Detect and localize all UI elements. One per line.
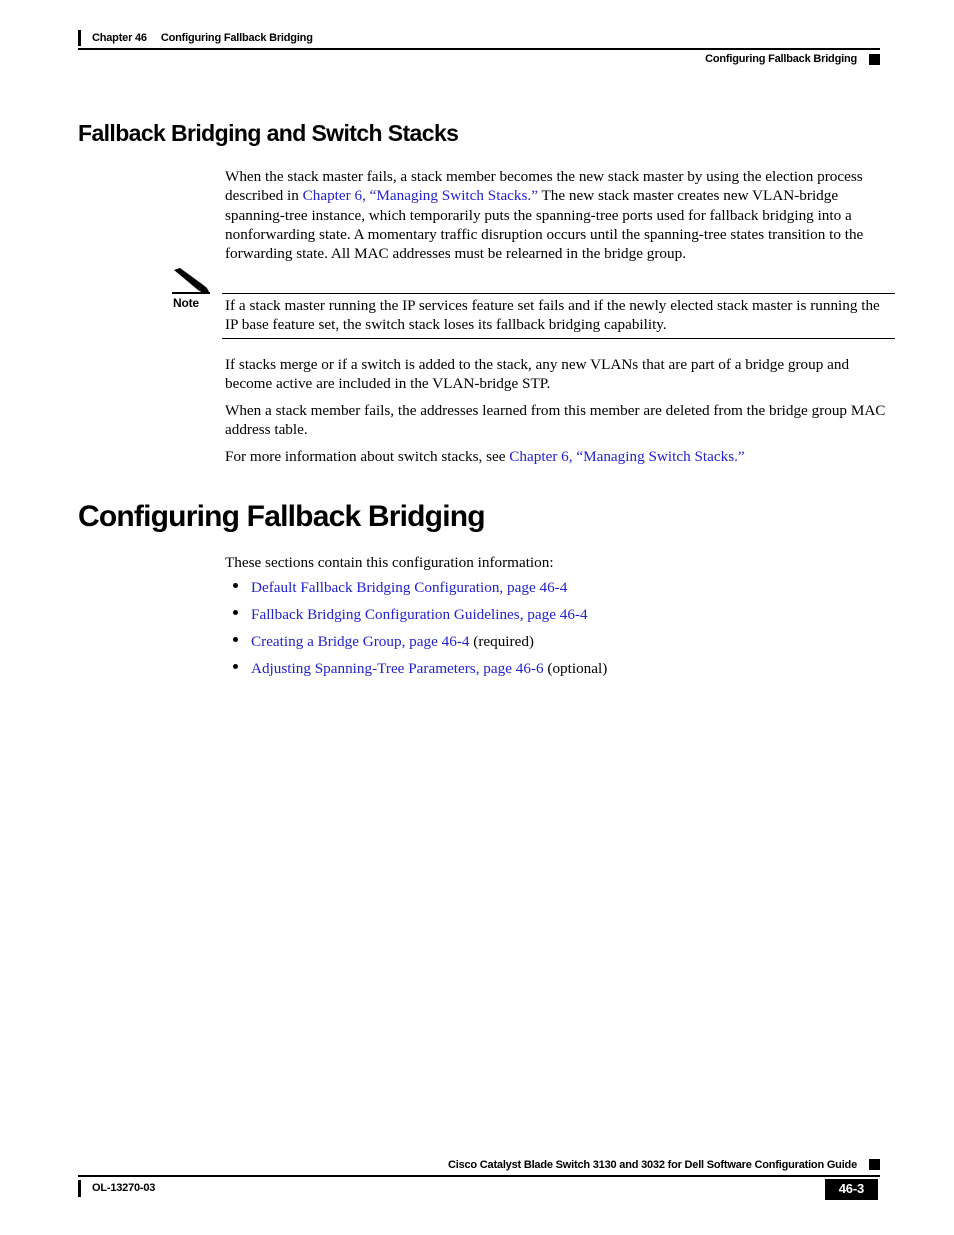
link-creating-a-bridge-group[interactable]: Creating a Bridge Group, page 46-4 xyxy=(251,633,469,650)
bullet-icon xyxy=(233,583,238,588)
list-item[interactable]: Default Fallback Bridging Configuration,… xyxy=(233,578,893,605)
note-text: If a stack master running the IP service… xyxy=(225,297,880,334)
list-item-text: Creating a Bridge Group, page 46-4 (requ… xyxy=(251,632,534,651)
footer-left-bar-icon xyxy=(78,1180,81,1197)
header-rule xyxy=(78,48,880,50)
note-label: Note xyxy=(173,296,199,310)
list-item-text: Fallback Bridging Configuration Guidelin… xyxy=(251,605,588,624)
page-title: Configuring Fallback Bridging xyxy=(78,500,486,533)
list-item-text: Default Fallback Bridging Configuration,… xyxy=(251,578,567,597)
footer-bottom-row: OL-13270-03 46-3 xyxy=(78,1179,890,1201)
paragraph-stack-member-fails: When a stack member fails, the addresses… xyxy=(225,402,886,439)
list-item[interactable]: Creating a Bridge Group, page 46-4 (requ… xyxy=(233,632,893,659)
footer-title-row: Cisco Catalyst Blade Switch 3130 and 303… xyxy=(78,1157,880,1172)
bullet-icon xyxy=(233,664,238,669)
list-item[interactable]: Fallback Bridging Configuration Guidelin… xyxy=(233,605,893,632)
footer-document-id: OL-13270-03 xyxy=(92,1182,156,1194)
paragraph-stack-master: When the stack master fails, a stack mem… xyxy=(225,167,895,263)
black-square-marker-icon xyxy=(869,1159,880,1170)
header-right-row: Configuring Fallback Bridging xyxy=(78,51,880,67)
paragraph-more-information: For more information about switch stacks… xyxy=(225,447,895,466)
list-item-suffix: (optional) xyxy=(543,660,608,677)
note-rule-top xyxy=(222,293,895,295)
section-heading: Fallback Bridging and Switch Stacks xyxy=(78,120,459,146)
header-left-row: Chapter 46 Configuring Fallback Bridging xyxy=(78,30,880,46)
header-chapter-label: Chapter 46 xyxy=(92,32,147,44)
page-footer: Cisco Catalyst Blade Switch 3130 and 303… xyxy=(78,1157,890,1207)
paragraph-stacks-merge: If stacks merge or if a switch is added … xyxy=(225,356,850,393)
bullet-icon xyxy=(233,637,238,642)
link-default-fallback-bridging-configuration[interactable]: Default Fallback Bridging Configuration,… xyxy=(251,579,567,596)
link-adjusting-spanning-tree-parameters[interactable]: Adjusting Spanning-Tree Parameters, page… xyxy=(251,660,544,677)
footer-document-title: Cisco Catalyst Blade Switch 3130 and 303… xyxy=(447,1158,857,1171)
intro-line: These sections contain this configuratio… xyxy=(225,554,554,571)
header-left-bar-icon xyxy=(78,30,81,46)
page-number-badge: 46-3 xyxy=(824,1179,878,1200)
header-chapter-title: Configuring Fallback Bridging xyxy=(160,32,313,44)
list-item-text: Adjusting Spanning-Tree Parameters, page… xyxy=(251,659,607,678)
footer-rule xyxy=(78,1175,880,1177)
section-links-list: Default Fallback Bridging Configuration,… xyxy=(233,578,893,686)
link-managing-switch-stacks-2[interactable]: Chapter 6, “Managing Switch Stacks.” xyxy=(509,448,744,465)
note-rule-bottom xyxy=(222,338,895,340)
list-item[interactable]: Adjusting Spanning-Tree Parameters, page… xyxy=(233,659,893,686)
document-page: Chapter 46 Configuring Fallback Bridging… xyxy=(0,0,954,1235)
link-fallback-bridging-configuration-guidelines[interactable]: Fallback Bridging Configuration Guidelin… xyxy=(251,606,588,623)
header-running-head: Configuring Fallback Bridging xyxy=(705,53,857,65)
list-item-suffix: (required) xyxy=(469,633,534,650)
page-header: Chapter 46 Configuring Fallback Bridging… xyxy=(78,30,880,65)
black-square-marker-icon xyxy=(869,53,880,65)
pencil-icon xyxy=(172,268,210,294)
link-managing-switch-stacks-1[interactable]: Chapter 6, “Managing Switch Stacks.” xyxy=(303,187,538,204)
paragraph-4-text-before: For more information about switch stacks… xyxy=(225,448,510,465)
bullet-icon xyxy=(233,610,238,615)
